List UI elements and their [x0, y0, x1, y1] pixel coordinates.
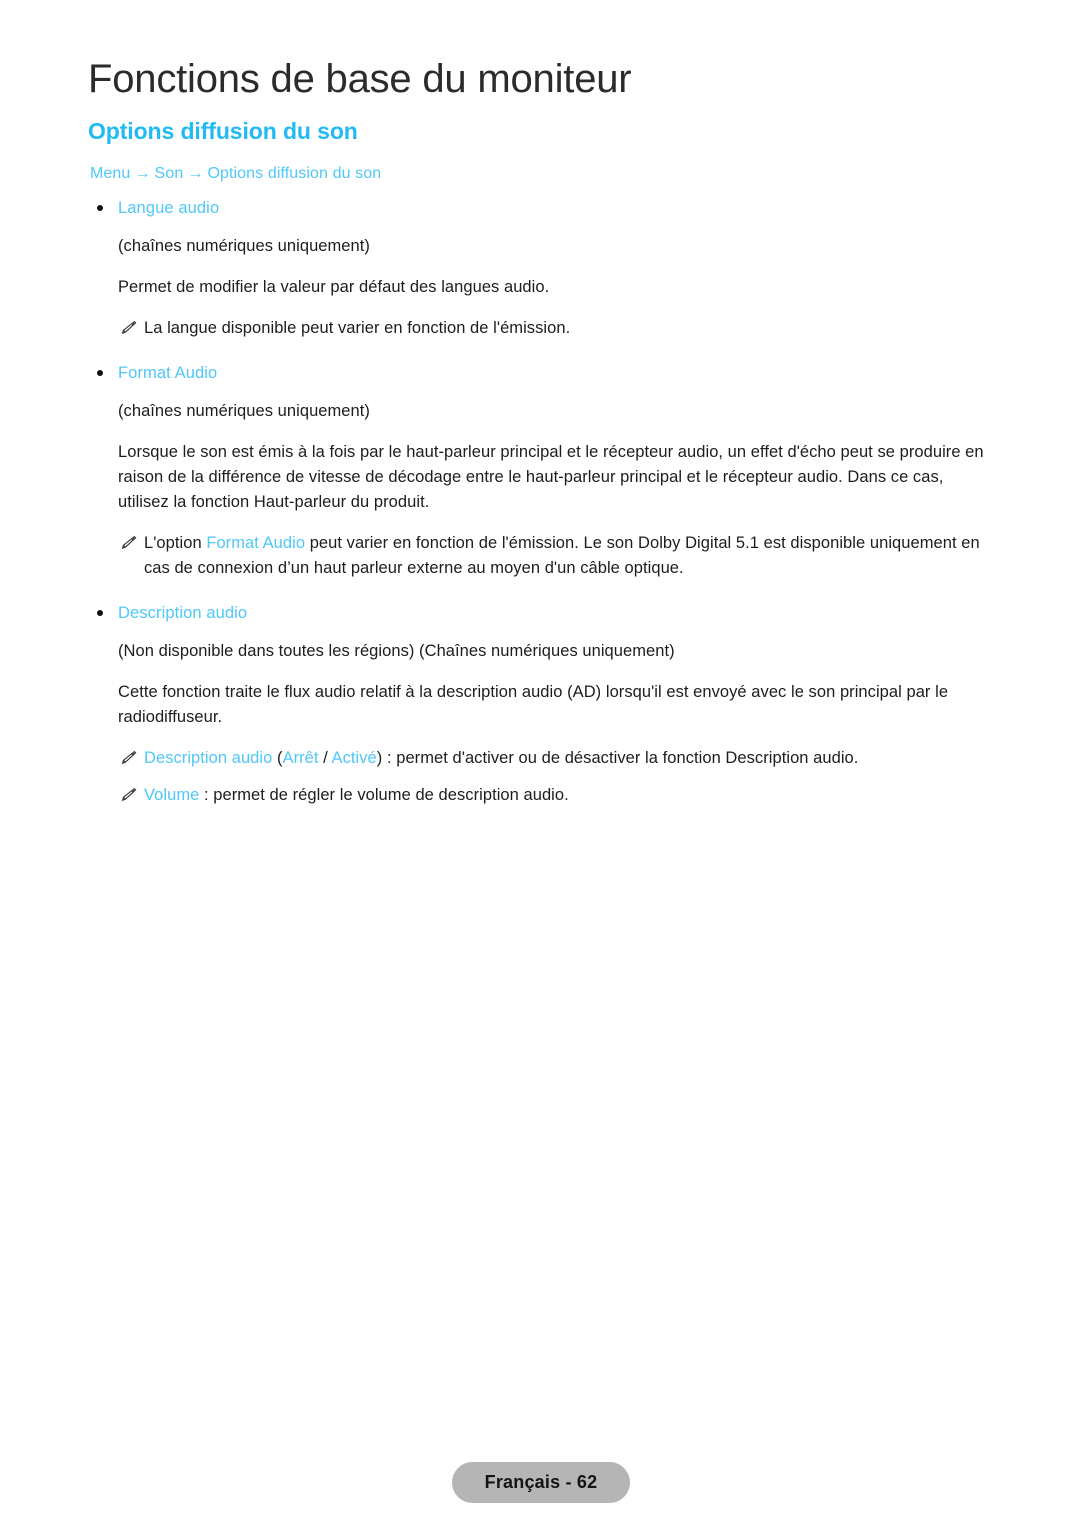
- breadcrumb-item[interactable]: Options diffusion du son: [207, 165, 381, 182]
- note-text: ) : permet d'activer ou de désactiver la…: [376, 749, 859, 767]
- document-page: Fonctions de base du moniteur Options di…: [0, 0, 1080, 1534]
- paragraph: (chaînes numériques uniquement): [118, 237, 370, 255]
- pencil-icon: [118, 748, 138, 768]
- pencil-icon: [118, 318, 138, 338]
- breadcrumb-arrow-icon: →: [134, 165, 151, 182]
- breadcrumb-item[interactable]: Menu: [90, 165, 130, 182]
- note-line: Description audio (Arrêt / Activé) : per…: [88, 746, 994, 771]
- footer-page-label: Français - 62: [484, 1472, 598, 1492]
- bullet-dot-icon: [97, 610, 103, 616]
- note-text: La langue disponible peut varier en fonc…: [144, 319, 571, 337]
- note-accent-term[interactable]: Activé: [332, 749, 377, 767]
- section-heading-label: Langue audio: [118, 199, 220, 217]
- note-accent-term[interactable]: Format Audio: [206, 534, 305, 552]
- chapter-title: Fonctions de base du moniteur: [88, 57, 632, 101]
- bullet-dot-icon: [97, 205, 103, 211]
- section-heading-label: Description audio: [118, 604, 248, 622]
- pencil-icon: [118, 785, 138, 805]
- note-line: La langue disponible peut varier en fonc…: [88, 316, 994, 341]
- bullet-dot-icon: [97, 370, 103, 376]
- breadcrumb-item[interactable]: Son: [155, 165, 184, 182]
- paragraph: Permet de modifier la valeur par défaut …: [118, 278, 550, 296]
- note-text: (: [272, 749, 283, 767]
- section-heading-label: Format Audio: [118, 364, 218, 382]
- note-text: L'option: [144, 534, 207, 552]
- breadcrumb-arrow-icon: →: [187, 165, 204, 182]
- note-accent-term[interactable]: Volume: [144, 786, 199, 804]
- note-text: : permet de régler le volume de descript…: [199, 786, 569, 804]
- page-footer-badge: Français - 62: [452, 1462, 630, 1503]
- note-accent-term[interactable]: Arrêt: [283, 749, 319, 767]
- paragraph: (chaînes numériques uniquement): [118, 402, 370, 420]
- paragraph: Cette fonction traite le flux audio rela…: [118, 683, 949, 726]
- section-bullet-heading: Description audio: [88, 601, 994, 625]
- pencil-icon: [118, 533, 138, 553]
- paragraph: Lorsque le son est émis à la fois par le…: [118, 443, 984, 511]
- section-title: Options diffusion du son: [88, 118, 358, 144]
- content-body: Langue audio (chaînes numériques uniqueme…: [88, 196, 994, 820]
- note-line: Volume : permet de régler le volume de d…: [88, 783, 994, 808]
- note-line: L'option Format Audio peut varier en fon…: [88, 531, 994, 581]
- note-accent-term[interactable]: Description audio: [144, 749, 272, 767]
- paragraph: (Non disponible dans toutes les régions)…: [118, 642, 675, 660]
- section-bullet-heading: Format Audio: [88, 361, 994, 385]
- note-text: /: [318, 749, 332, 767]
- section-bullet-heading: Langue audio: [88, 196, 994, 220]
- breadcrumb: Menu → Son → Options diffusion du son: [90, 165, 381, 183]
